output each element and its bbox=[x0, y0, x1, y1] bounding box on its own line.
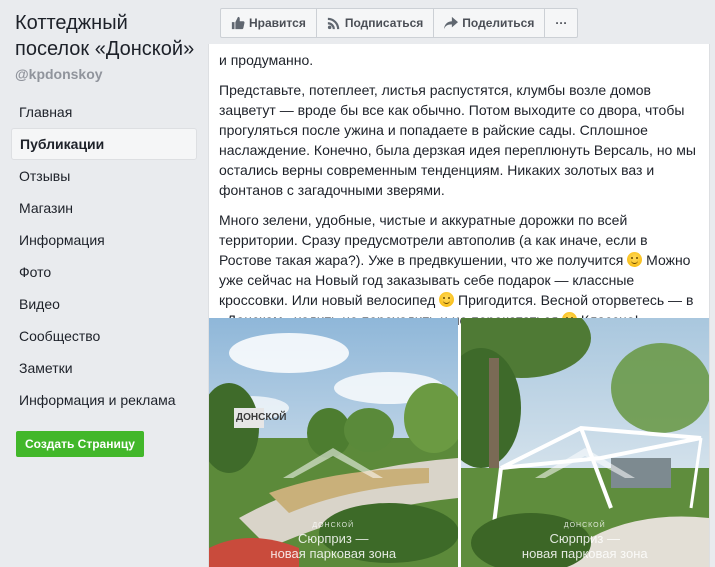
nav-item-videos[interactable]: Видео bbox=[11, 288, 197, 320]
post-body: и продуманно. Представьте, потеплеет, ли… bbox=[209, 44, 709, 330]
caption-line: Сюрприз — bbox=[549, 531, 620, 546]
post-paragraph: и продуманно. bbox=[219, 52, 314, 68]
park-render-image bbox=[209, 318, 458, 567]
post-photos: ДОНСКОЙ ДОНСКОЙ Сюрприз — новая парковая… bbox=[209, 318, 709, 567]
create-page-button[interactable]: Создать Страницу bbox=[16, 431, 144, 457]
nav-item-photos[interactable]: Фото bbox=[11, 256, 197, 288]
follow-button[interactable]: Подписаться bbox=[317, 9, 435, 37]
nav-item-community[interactable]: Сообщество bbox=[11, 320, 197, 352]
post-photo[interactable]: ДОНСКОЙ Сюрприз — новая парковая зона bbox=[460, 318, 710, 567]
smiley-emoji-icon bbox=[627, 252, 643, 267]
more-dots-icon: ··· bbox=[555, 16, 568, 30]
page-handle[interactable]: @kpdonskoy bbox=[15, 66, 103, 82]
estate-sign: ДОНСКОЙ bbox=[236, 412, 287, 423]
nav-item-home[interactable]: Главная bbox=[11, 96, 197, 128]
post-card: и продуманно. Представьте, потеплеет, ли… bbox=[208, 44, 710, 567]
more-options-button[interactable]: ··· bbox=[545, 9, 577, 37]
share-arrow-icon bbox=[444, 16, 459, 30]
smiley-emoji-icon bbox=[439, 292, 455, 307]
nav-item-info-ads[interactable]: Информация и реклама bbox=[11, 384, 197, 416]
like-label: Нравится bbox=[249, 16, 306, 30]
nav-item-reviews[interactable]: Отзывы bbox=[11, 160, 197, 192]
post-paragraph: Много зелени, удобные, чистые и аккуратн… bbox=[219, 210, 697, 330]
photo-caption: Сюрприз — новая парковая зона bbox=[209, 531, 458, 561]
photo-brand-mark: ДОНСКОЙ bbox=[312, 522, 355, 529]
caption-line: новая парковая зона bbox=[521, 546, 648, 561]
photo-caption: Сюрприз — новая парковая зона bbox=[461, 531, 710, 561]
like-button[interactable]: Нравится bbox=[221, 9, 317, 37]
page-action-bar: Нравится Подписаться Поделиться ··· bbox=[220, 8, 579, 38]
share-label: Поделиться bbox=[462, 16, 535, 30]
page-nav: Главная Публикации Отзывы Магазин Информ… bbox=[11, 96, 197, 416]
nav-item-notes[interactable]: Заметки bbox=[11, 352, 197, 384]
thumbs-up-icon bbox=[231, 16, 245, 30]
rss-icon bbox=[327, 16, 341, 30]
post-text-fragment: Много зелени, удобные, чистые и аккуратн… bbox=[219, 212, 648, 268]
page-title: Коттеджный поселок «Донской» bbox=[15, 12, 195, 60]
nav-item-posts[interactable]: Публикации bbox=[11, 128, 197, 160]
post-photo[interactable]: ДОНСКОЙ ДОНСКОЙ Сюрприз — новая парковая… bbox=[209, 318, 458, 567]
photo-brand-mark: ДОНСКОЙ bbox=[563, 522, 606, 529]
post-paragraph: Представьте, потеплеет, листья распустят… bbox=[219, 82, 696, 198]
left-sidebar: Коттеджный поселок «Донской» @kpdonskoy … bbox=[0, 0, 206, 567]
nav-item-info[interactable]: Информация bbox=[11, 224, 197, 256]
playground-render-image bbox=[460, 318, 709, 567]
nav-item-shop[interactable]: Магазин bbox=[11, 192, 197, 224]
caption-line: новая парковая зона bbox=[270, 546, 397, 561]
caption-line: Сюрприз — bbox=[298, 531, 369, 546]
share-button[interactable]: Поделиться bbox=[434, 9, 546, 37]
follow-label: Подписаться bbox=[344, 16, 424, 30]
